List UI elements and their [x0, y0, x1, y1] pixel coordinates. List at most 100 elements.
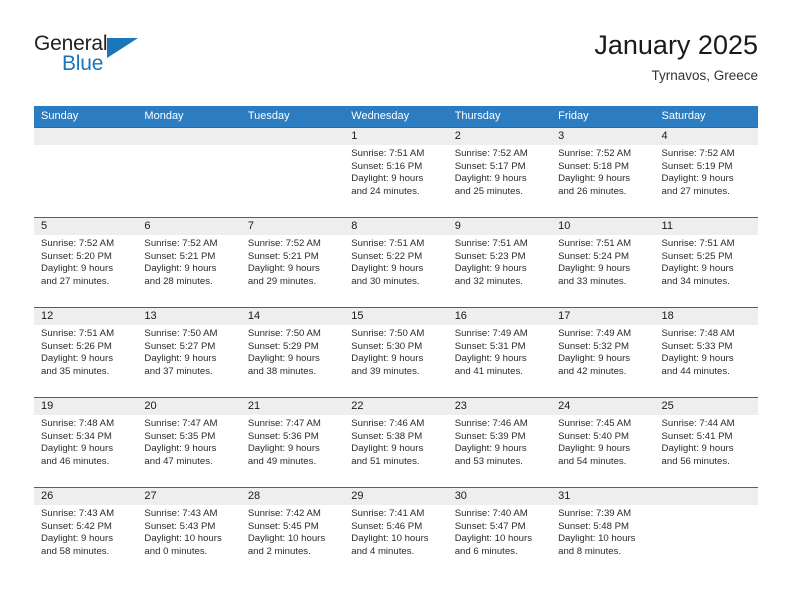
calendar-day-cell[interactable]: 16 Sunrise: 7:49 AM Sunset: 5:31 PM Dayligh… [447, 308, 552, 397]
sunset-text: Sunset: 5:33 PM [661, 340, 733, 352]
day-number: 20 [144, 400, 157, 412]
daylight-text-line2: and 6 minutes. [454, 545, 518, 557]
sunset-text: Sunset: 5:35 PM [144, 430, 216, 442]
calendar-day-cell[interactable]: 29 Sunrise: 7:41 AM Sunset: 5:46 PM Dayligh… [344, 488, 448, 577]
day-details: Sunrise: 7:39 AM Sunset: 5:48 PM Daylight:… [551, 505, 654, 558]
day-details: Sunrise: 7:52 AM Sunset: 5:20 PM Daylight:… [34, 235, 137, 288]
daylight-text-line2: and 4 minutes. [351, 545, 415, 557]
daylight-text-line1: Daylight: 9 hours [41, 533, 113, 545]
daylight-text-line1: Daylight: 9 hours [247, 443, 320, 455]
brand-logo[interactable]: General Blue [34, 32, 154, 84]
day-number-band [240, 128, 345, 145]
calendar-day-cell[interactable]: 28 Sunrise: 7:42 AM Sunset: 5:45 PM Dayligh… [240, 488, 345, 577]
sunrise-text: Sunrise: 7:43 AM [144, 508, 218, 519]
daylight-text-line1: Daylight: 9 hours [144, 353, 217, 365]
calendar-day-cell[interactable]: 27 Sunrise: 7:43 AM Sunset: 5:43 PM Dayligh… [137, 488, 241, 577]
calendar-day-cell[interactable]: 20 Sunrise: 7:47 AM Sunset: 5:35 PM Dayligh… [137, 398, 241, 487]
daylight-text-line1: Daylight: 9 hours [661, 263, 734, 275]
calendar-day-cell[interactable]: 11 Sunrise: 7:51 AM Sunset: 5:25 PM Dayligh… [654, 218, 758, 307]
calendar-day-cell[interactable]: 19 Sunrise: 7:48 AM Sunset: 5:34 PM Dayligh… [34, 398, 138, 487]
daylight-text-line1: Daylight: 9 hours [558, 353, 631, 365]
weekday-header-row: Sunday Monday Tuesday Wednesday Thursday… [34, 106, 758, 127]
daylight-text-line2: and 34 minutes. [661, 275, 730, 287]
day-number: 25 [661, 400, 674, 412]
day-details: Sunrise: 7:51 AM Sunset: 5:23 PM Daylight:… [448, 235, 551, 288]
sunset-text: Sunset: 5:20 PM [41, 250, 112, 262]
calendar-day-cell[interactable]: 26 Sunrise: 7:43 AM Sunset: 5:42 PM Dayligh… [34, 488, 138, 577]
sunrise-text: Sunrise: 7:52 AM [661, 148, 735, 159]
weekday-header-sunday: Sunday [41, 110, 79, 122]
calendar-day-cell[interactable]: 15 Sunrise: 7:50 AM Sunset: 5:30 PM Dayligh… [344, 308, 448, 397]
day-details: Sunrise: 7:48 AM Sunset: 5:34 PM Daylight:… [34, 415, 137, 468]
calendar-day-cell[interactable]: 24 Sunrise: 7:45 AM Sunset: 5:40 PM Dayligh… [551, 398, 655, 487]
sunrise-text: Sunrise: 7:50 AM [351, 328, 425, 339]
sunset-text: Sunset: 5:40 PM [558, 430, 630, 442]
sunset-text: Sunset: 5:23 PM [454, 250, 526, 262]
calendar-week-row: 12 Sunrise: 7:51 AM Sunset: 5:26 PM Dayligh… [34, 307, 758, 397]
daylight-text-line1: Daylight: 10 hours [247, 533, 326, 545]
calendar-day-cell[interactable]: 21 Sunrise: 7:47 AM Sunset: 5:36 PM Dayligh… [240, 398, 345, 487]
day-number: 28 [247, 490, 261, 502]
day-details: Sunrise: 7:52 AM Sunset: 5:18 PM Daylight:… [551, 145, 654, 198]
daylight-text-line2: and 25 minutes. [454, 185, 523, 197]
day-number: 27 [144, 490, 157, 502]
calendar-day-cell[interactable]: 9 Sunrise: 7:51 AM Sunset: 5:23 PM Daylight… [447, 218, 552, 307]
calendar-day-cell[interactable]: 5 Sunrise: 7:52 AM Sunset: 5:20 PM Daylight… [34, 218, 138, 307]
calendar-day-cell[interactable]: 12 Sunrise: 7:51 AM Sunset: 5:26 PM Dayligh… [34, 308, 138, 397]
sunset-text: Sunset: 5:17 PM [454, 160, 526, 172]
sunset-text: Sunset: 5:48 PM [558, 520, 630, 532]
calendar-day-cell[interactable]: 6 Sunrise: 7:52 AM Sunset: 5:21 PM Daylight… [137, 218, 241, 307]
calendar-day-cell[interactable]: 2 Sunrise: 7:52 AM Sunset: 5:17 PM Daylight… [447, 128, 552, 217]
sunrise-text: Sunrise: 7:51 AM [454, 238, 528, 249]
daylight-text-line1: Daylight: 9 hours [661, 353, 734, 365]
day-number: 1 [351, 130, 358, 142]
daylight-text-line2: and 46 minutes. [41, 455, 110, 467]
sunrise-text: Sunrise: 7:52 AM [144, 238, 218, 249]
calendar-day-cell[interactable]: 31 Sunrise: 7:39 AM Sunset: 5:48 PM Dayligh… [551, 488, 655, 577]
calendar-day-cell[interactable]: 30 Sunrise: 7:40 AM Sunset: 5:47 PM Dayligh… [447, 488, 552, 577]
calendar-day-cell[interactable]: 13 Sunrise: 7:50 AM Sunset: 5:27 PM Dayligh… [137, 308, 241, 397]
sunrise-text: Sunrise: 7:52 AM [558, 148, 632, 159]
page-subtitle: Tyrnavos, Greece [651, 68, 758, 83]
day-number: 11 [661, 220, 673, 232]
sunset-text: Sunset: 5:31 PM [454, 340, 526, 352]
calendar-day-cell[interactable]: 17 Sunrise: 7:49 AM Sunset: 5:32 PM Dayligh… [551, 308, 655, 397]
title-block: January 2025 Tyrnavos, Greece [594, 28, 758, 86]
day-details: Sunrise: 7:51 AM Sunset: 5:25 PM Daylight:… [655, 235, 758, 288]
day-details: Sunrise: 7:49 AM Sunset: 5:31 PM Daylight:… [448, 325, 551, 378]
sunset-text: Sunset: 5:19 PM [661, 160, 733, 172]
sunrise-text: Sunrise: 7:47 AM [144, 418, 218, 429]
day-number-band [344, 218, 448, 235]
day-number: 29 [351, 490, 364, 502]
calendar-day-cell[interactable]: 23 Sunrise: 7:46 AM Sunset: 5:39 PM Dayligh… [447, 398, 552, 487]
daylight-text-line1: Daylight: 10 hours [351, 533, 429, 545]
daylight-text-line2: and 30 minutes. [351, 275, 420, 287]
day-number: 13 [144, 310, 157, 322]
calendar-week-row: 19 Sunrise: 7:48 AM Sunset: 5:34 PM Dayligh… [34, 397, 758, 487]
sunset-text: Sunset: 5:27 PM [144, 340, 216, 352]
calendar-day-cell[interactable]: 1 Sunrise: 7:51 AM Sunset: 5:16 PM Daylight… [344, 128, 448, 217]
calendar-day-cell[interactable]: 4 Sunrise: 7:52 AM Sunset: 5:19 PM Daylight… [654, 128, 758, 217]
calendar-day-cell[interactable]: 10 Sunrise: 7:51 AM Sunset: 5:24 PM Dayligh… [551, 218, 655, 307]
day-details: Sunrise: 7:50 AM Sunset: 5:29 PM Daylight:… [241, 325, 344, 378]
day-details: Sunrise: 7:48 AM Sunset: 5:33 PM Daylight:… [655, 325, 758, 378]
calendar-day-cell-empty [240, 128, 345, 217]
weekday-header-saturday: Saturday [661, 110, 706, 122]
calendar-day-cell[interactable]: 3 Sunrise: 7:52 AM Sunset: 5:18 PM Daylight… [551, 128, 655, 217]
calendar-day-cell[interactable]: 8 Sunrise: 7:51 AM Sunset: 5:22 PM Daylight… [344, 218, 448, 307]
day-details: Sunrise: 7:52 AM Sunset: 5:21 PM Daylight:… [241, 235, 344, 288]
calendar-day-cell[interactable]: 25 Sunrise: 7:44 AM Sunset: 5:41 PM Dayligh… [654, 398, 758, 487]
daylight-text-line2: and 41 minutes. [454, 365, 523, 377]
daylight-text-line1: Daylight: 9 hours [661, 173, 734, 185]
day-details: Sunrise: 7:46 AM Sunset: 5:38 PM Daylight:… [344, 415, 447, 468]
calendar-day-cell[interactable]: 7 Sunrise: 7:52 AM Sunset: 5:21 PM Daylight… [240, 218, 345, 307]
calendar-day-cell[interactable]: 14 Sunrise: 7:50 AM Sunset: 5:29 PM Dayligh… [240, 308, 345, 397]
daylight-text-line1: Daylight: 9 hours [41, 443, 113, 455]
daylight-text-line2: and 28 minutes. [144, 275, 213, 287]
sunrise-text: Sunrise: 7:48 AM [41, 418, 115, 429]
calendar-day-cell[interactable]: 22 Sunrise: 7:46 AM Sunset: 5:38 PM Dayligh… [344, 398, 448, 487]
sunset-text: Sunset: 5:39 PM [454, 430, 526, 442]
sunrise-text: Sunrise: 7:44 AM [661, 418, 735, 429]
sunset-text: Sunset: 5:21 PM [247, 250, 319, 262]
calendar-day-cell[interactable]: 18 Sunrise: 7:48 AM Sunset: 5:33 PM Dayligh… [654, 308, 758, 397]
